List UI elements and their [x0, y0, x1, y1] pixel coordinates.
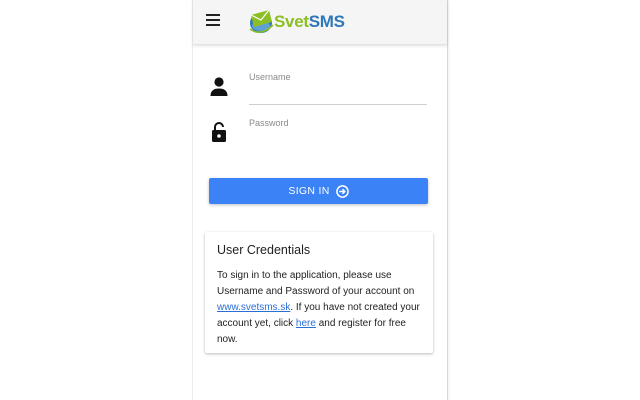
user-credentials-card: User Credentials To sign in to the appli…	[205, 232, 433, 353]
hamburger-menu-icon[interactable]	[206, 14, 220, 26]
card-body: To sign in to the application, please us…	[217, 268, 429, 348]
logo-wordmark: SvetSMS	[274, 12, 345, 32]
username-underline	[249, 104, 427, 105]
envelope-globe-logo-icon	[249, 9, 274, 33]
card-title: User Credentials	[217, 243, 311, 257]
unlocked-padlock-icon	[212, 122, 226, 142]
username-input[interactable]	[249, 84, 427, 102]
logo-text-sms: SMS	[308, 12, 345, 31]
svetsms-website-link[interactable]: www.svetsms.sk	[217, 302, 290, 313]
card-text-1: To sign in to the application, please us…	[217, 270, 415, 297]
app-bar: SvetSMS	[193, 0, 447, 45]
app-panel: SvetSMS Username Password SIGN IN User C…	[192, 0, 448, 400]
person-icon	[210, 77, 228, 96]
sign-in-label: SIGN IN	[288, 185, 330, 197]
register-here-link[interactable]: here	[296, 318, 316, 329]
svetsms-logo: SvetSMS	[248, 6, 358, 38]
password-label: Password	[249, 118, 289, 128]
password-input[interactable]	[249, 130, 427, 148]
arrow-circle-right-icon	[335, 184, 349, 198]
sign-in-button[interactable]: SIGN IN	[209, 178, 428, 204]
username-label: Username	[249, 72, 291, 82]
logo-text-svet: Svet	[274, 12, 309, 31]
